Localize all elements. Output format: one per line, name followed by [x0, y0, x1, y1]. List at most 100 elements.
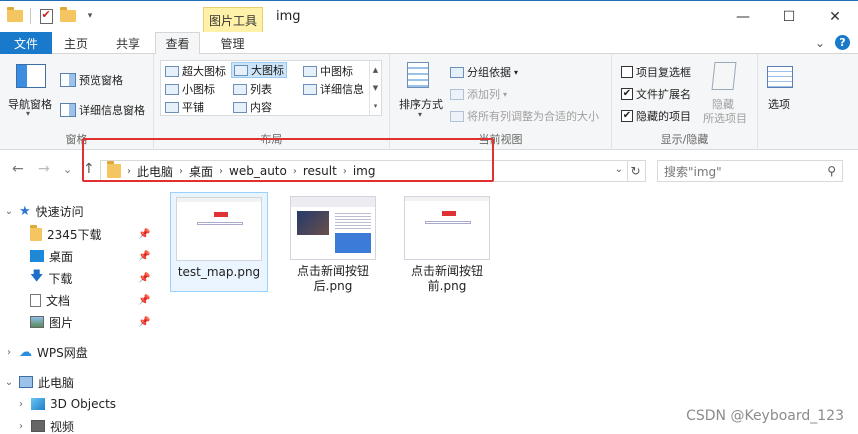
sidebar-item-label: 下载	[48, 271, 73, 286]
file-extensions-checkbox[interactable]: ✔	[621, 88, 633, 100]
chevron-down-icon[interactable]: ▾	[26, 109, 30, 118]
file-name: 点击新闻按钮前.png	[410, 264, 483, 293]
quick-access-toolbar: ▾	[6, 7, 99, 25]
fit-columns-button[interactable]: 将所有列调整为合适的大小	[450, 108, 599, 124]
options-icon[interactable]	[767, 66, 793, 88]
search-icon[interactable]: ⚲	[827, 164, 836, 178]
file-tile[interactable]: 点击新闻按钮前.png	[398, 192, 496, 293]
picture-tools-contextual-tab[interactable]: 图片工具	[203, 7, 263, 33]
recent-locations-button[interactable]: ⌄	[63, 163, 72, 176]
file-list: test_map.png 点击新闻按钮后.png 点击新闻按钮前.png	[160, 188, 858, 434]
nav-quick-access[interactable]: ⌄ ★ 快速访问	[4, 200, 84, 222]
search-input[interactable]: 搜索"img" ⚲	[657, 160, 843, 182]
desktop-icon	[30, 250, 44, 262]
gallery-more-icon[interactable]: ▾	[374, 102, 378, 110]
sidebar-item-documents[interactable]: 文档	[30, 289, 70, 311]
file-tile[interactable]: test_map.png	[170, 192, 268, 292]
breadcrumb-this-pc[interactable]: 此电脑	[137, 163, 173, 180]
details-pane-button[interactable]: 详细信息窗格	[60, 102, 145, 118]
tab-manage[interactable]: 管理	[210, 32, 255, 54]
breadcrumb-img[interactable]: img	[353, 164, 376, 178]
sidebar-item-label: 此电脑	[38, 375, 75, 390]
chevron-right-icon[interactable]: ›	[4, 347, 14, 358]
item-checkboxes-toggle[interactable]: 项目复选框	[621, 64, 691, 80]
crumb-separator-icon[interactable]: ›	[179, 166, 183, 177]
preview-pane-button[interactable]: 预览窗格	[60, 72, 123, 88]
hidden-items-toggle[interactable]: ✔ 隐藏的项目	[621, 108, 691, 124]
file-extensions-toggle[interactable]: ✔ 文件扩展名	[621, 86, 691, 102]
layout-extra-large-icons[interactable]: 超大图标	[163, 63, 228, 79]
crumb-separator-icon[interactable]: ›	[219, 166, 223, 177]
layout-large-icons[interactable]: 大图标	[231, 62, 287, 78]
layout-small-icons[interactable]: 小图标	[163, 81, 217, 97]
sidebar-item-2345-downloads[interactable]: 2345下载	[30, 223, 102, 245]
layout-gallery: 超大图标 大图标 中图标 小图标 列表 详细信息 平铺 内容 ▲ ▼ ▾	[160, 60, 382, 116]
crumb-separator-icon[interactable]: ›	[293, 166, 297, 177]
group-by-button[interactable]: 分组依据 ▾	[450, 64, 518, 80]
chevron-right-icon[interactable]: ›	[16, 421, 26, 432]
maximize-button[interactable]: ☐	[766, 1, 812, 32]
file-tile[interactable]: 点击新闻按钮后.png	[284, 192, 382, 293]
tab-home[interactable]: 主页	[56, 32, 96, 54]
sidebar-item-pictures[interactable]: 图片	[30, 311, 73, 333]
item-checkboxes-label: 项目复选框	[636, 66, 691, 79]
layout-list[interactable]: 列表	[231, 81, 274, 97]
add-column-button[interactable]: 添加列 ▾	[450, 86, 507, 102]
tab-file[interactable]: 文件	[0, 32, 52, 54]
ribbon: 导航窗格 ▾ 预览窗格 详细信息窗格 窗格 布局 超大图标 大图标 中图标 小图…	[0, 54, 858, 150]
sidebar-item-this-pc[interactable]: ⌄ 此电脑	[4, 371, 74, 393]
hide-selected-icon[interactable]	[711, 62, 737, 90]
layout-tiles[interactable]: 平铺	[163, 99, 206, 115]
folder-icon	[30, 224, 42, 241]
scroll-up-icon[interactable]: ▲	[373, 66, 378, 74]
forward-button[interactable]: →	[38, 161, 50, 177]
address-bar[interactable]: › 此电脑 › 桌面 › web_auto › result › img ⌄	[100, 160, 628, 182]
up-button[interactable]: ↑	[83, 161, 95, 177]
folder-icon[interactable]	[6, 7, 24, 25]
navigation-pane-icon[interactable]	[16, 64, 46, 88]
breadcrumb-web-auto[interactable]: web_auto	[229, 164, 287, 178]
layout-gallery-scroll[interactable]: ▲ ▼ ▾	[369, 61, 381, 115]
tab-share[interactable]: 共享	[108, 32, 148, 54]
new-folder-icon[interactable]	[59, 7, 77, 25]
document-icon	[30, 293, 41, 307]
cube-icon	[31, 398, 45, 410]
chevron-right-icon[interactable]: ›	[16, 399, 26, 410]
sidebar-item-wps-drive[interactable]: › ☁ WPS网盘	[4, 341, 88, 363]
tab-view[interactable]: 查看	[155, 32, 200, 55]
address-row: ← → ⌄ ↑ › 此电脑 › 桌面 › web_auto › result ›…	[0, 154, 858, 186]
sidebar-item-3d-objects[interactable]: › 3D Objects	[16, 393, 116, 415]
close-button[interactable]: ✕	[812, 1, 858, 32]
breadcrumb-desktop[interactable]: 桌面	[189, 163, 213, 180]
chevron-down-icon[interactable]: ⌄	[4, 206, 14, 217]
layout-content[interactable]: 内容	[231, 99, 274, 115]
back-button[interactable]: ←	[12, 161, 24, 177]
scroll-down-icon[interactable]: ▼	[373, 84, 378, 92]
pictures-icon	[30, 316, 44, 328]
layout-details[interactable]: 详细信息	[301, 81, 366, 97]
help-icon[interactable]: ?	[835, 35, 850, 50]
item-checkboxes-checkbox[interactable]	[621, 66, 633, 78]
refresh-icon[interactable]: ↻	[626, 160, 646, 182]
crumb-separator-icon[interactable]: ›	[343, 166, 347, 177]
sidebar-item-downloads[interactable]: 🡇 下载	[30, 267, 72, 289]
group-label-current-view: 当前视图	[478, 133, 523, 146]
layout-medium-icons[interactable]: 中图标	[301, 63, 355, 79]
sidebar-item-desktop[interactable]: 桌面	[30, 245, 73, 267]
address-history-chevron-down-icon[interactable]: ⌄	[615, 164, 623, 175]
crumb-separator-icon[interactable]: ›	[127, 166, 131, 177]
sidebar-item-videos[interactable]: › 视频	[16, 415, 74, 434]
customize-toolbar-icon[interactable]: ▾	[81, 7, 99, 25]
fit-columns-label: 将所有列调整为合适的大小	[467, 110, 599, 123]
cloud-icon: ☁	[19, 344, 32, 360]
sort-by-icon[interactable]	[407, 62, 429, 88]
options-button[interactable]: 选项	[768, 96, 790, 112]
minimize-button[interactable]: —	[720, 1, 766, 32]
breadcrumb-result[interactable]: result	[303, 164, 337, 178]
chevron-down-icon[interactable]: ⌄	[4, 377, 14, 388]
expand-ribbon-icon[interactable]: ⌄	[815, 36, 825, 50]
hidden-items-checkbox[interactable]: ✔	[621, 110, 633, 122]
sort-by-chevron-down-icon[interactable]: ▾	[418, 110, 422, 119]
details-pane-label: 详细信息窗格	[79, 104, 145, 117]
properties-icon[interactable]	[37, 7, 55, 25]
